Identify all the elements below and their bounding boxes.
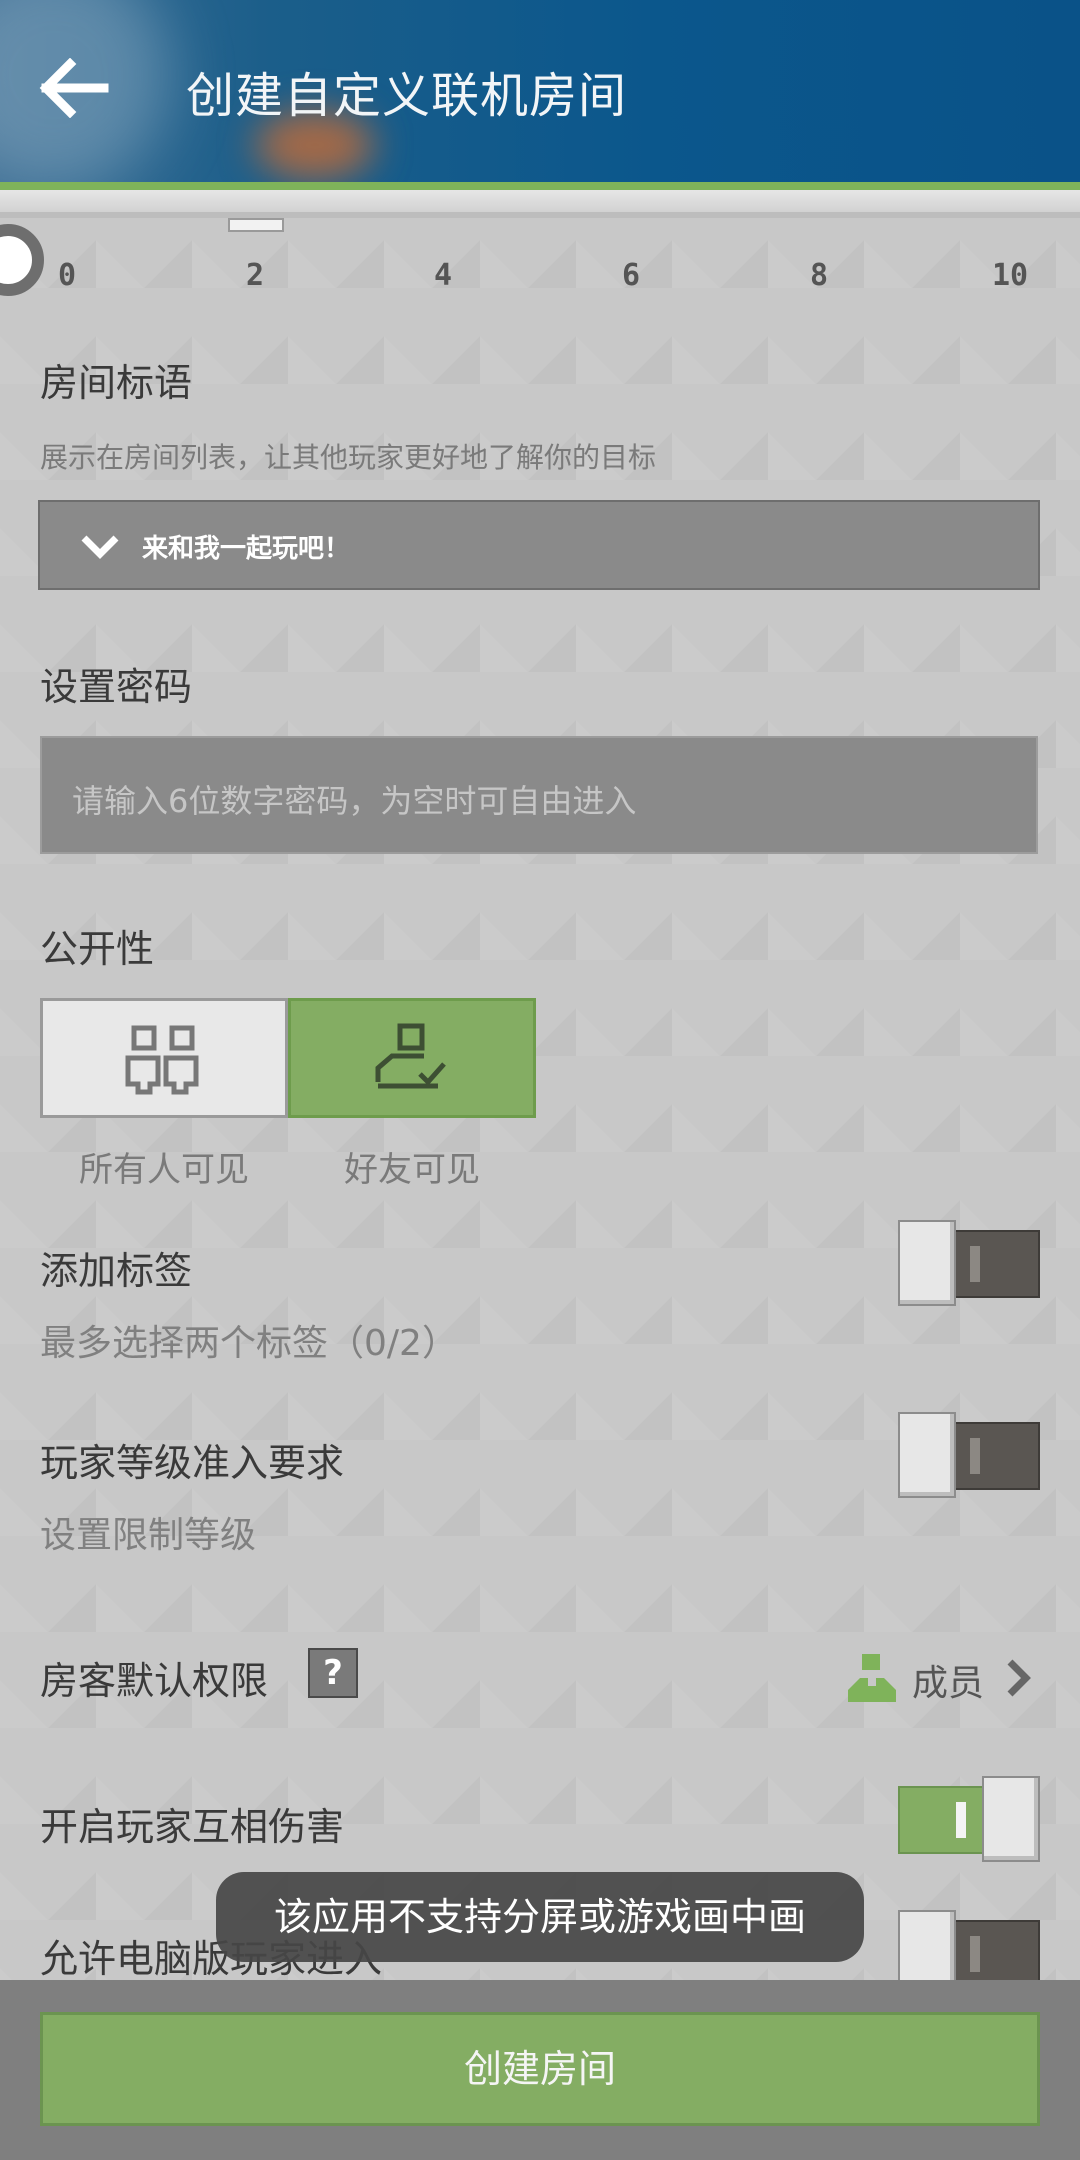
toggle-thumb xyxy=(898,1412,956,1498)
slider-tick: 6 xyxy=(622,258,641,293)
visibility-all-label: 所有人可见 xyxy=(79,1150,249,1190)
level-label: 玩家等级准入要求 xyxy=(40,1441,345,1485)
group-icon xyxy=(125,1025,199,1095)
chevron-right-icon xyxy=(1007,1659,1031,1697)
permission-label: 房客默认权限 xyxy=(40,1659,269,1703)
toggle-thumb xyxy=(898,1220,956,1306)
pvp-toggle[interactable] xyxy=(898,1776,1040,1862)
toggle-mark xyxy=(970,1438,980,1474)
tags-label: 添加标签 xyxy=(40,1249,193,1293)
arrow-left-icon xyxy=(39,57,109,119)
chevron-down-icon xyxy=(81,535,119,559)
password-input[interactable]: 请输入6位数字密码，为空时可自由进入 xyxy=(40,736,1038,854)
visibility-all-button[interactable] xyxy=(40,998,288,1118)
header-divider xyxy=(0,182,1080,190)
visibility-friends-label: 好友可见 xyxy=(344,1150,480,1190)
pvp-label: 开启玩家互相伤害 xyxy=(40,1805,345,1849)
slider-handle[interactable] xyxy=(228,218,284,232)
create-room-button[interactable]: 创建房间 xyxy=(40,2012,1040,2126)
friend-check-icon xyxy=(375,1023,446,1089)
app-header: 创建自定义联机房间 xyxy=(0,0,1080,182)
room-slogan-dropdown[interactable]: 来和我一起玩吧！ xyxy=(38,500,1040,590)
permission-value: 成员 xyxy=(912,1663,985,1704)
slider-tick: 0 xyxy=(58,258,77,293)
back-button[interactable] xyxy=(38,57,110,119)
member-icon xyxy=(848,1654,896,1702)
level-hint: 设置限制等级 xyxy=(40,1515,257,1556)
slider-track[interactable] xyxy=(0,212,1080,218)
room-slogan-label: 房间标语 xyxy=(40,361,193,405)
slider-tick: 10 xyxy=(992,258,1029,293)
toggle-mark xyxy=(970,1936,980,1972)
permission-selector[interactable]: 成员 xyxy=(840,1646,1040,1706)
slider-tick: 8 xyxy=(810,258,829,293)
toast-message: 该应用不支持分屏或游戏画中画 xyxy=(216,1872,864,1962)
help-icon[interactable]: ? xyxy=(308,1648,358,1698)
toggle-thumb xyxy=(982,1776,1040,1862)
level-toggle[interactable] xyxy=(898,1412,1040,1498)
tags-toggle[interactable] xyxy=(898,1220,1040,1306)
toggle-mark xyxy=(970,1246,980,1282)
visibility-label: 公开性 xyxy=(40,927,155,971)
visibility-friends-button[interactable] xyxy=(288,998,536,1118)
room-slogan-hint: 展示在房间列表，让其他玩家更好地了解你的目标 xyxy=(40,441,657,474)
header-shadow xyxy=(0,190,1080,214)
slider-tick: 4 xyxy=(434,258,453,293)
page-title: 创建自定义联机房间 xyxy=(186,68,628,124)
password-label: 设置密码 xyxy=(40,665,193,709)
room-slogan-value: 来和我一起玩吧！ xyxy=(142,534,351,564)
toggle-mark xyxy=(956,1802,966,1838)
tags-hint: 最多选择两个标签（0/2） xyxy=(40,1323,458,1364)
slider-tick: 2 xyxy=(246,258,265,293)
